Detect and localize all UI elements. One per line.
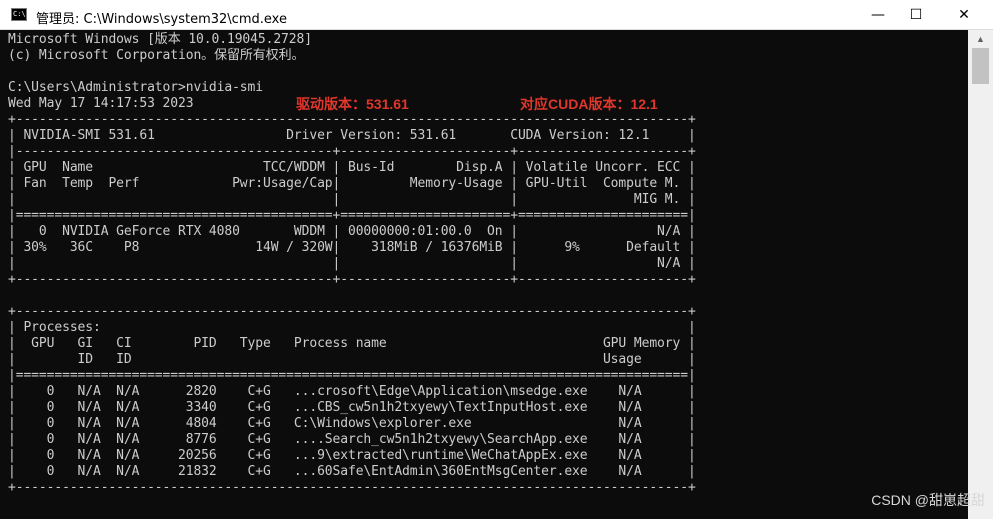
console-line: +---------------------------------------… [8,480,696,495]
maximize-icon: ☐ [909,7,923,23]
console-line: | 0 NVIDIA GeForce RTX 4080 WDDM | 00000… [8,224,696,239]
minimize-icon: — [871,7,885,23]
console-line: C:\Users\Administrator>nvidia-smi [8,80,263,95]
console-line: | | | N/A | [8,256,696,271]
watermark: CSDN @甜崽超甜 [871,492,985,508]
close-button[interactable]: ✕ [941,0,987,30]
console-line: +---------------------------------------… [8,304,696,319]
console-line: |---------------------------------------… [8,144,696,159]
console-line: |=======================================… [8,368,696,383]
console-line: | 0 N/A N/A 3340 C+G ...CBS_cw5n1h2txyew… [8,400,696,415]
console-line: | 0 N/A N/A 4804 C+G C:\Windows\explorer… [8,416,696,431]
window-title: 管理员: C:\Windows\system32\cmd.exe [36,12,287,27]
console-line: | 0 N/A N/A 2820 C+G ...crosoft\Edge\App… [8,384,696,399]
console-line: +---------------------------------------… [8,272,696,287]
console-line: Microsoft Windows [版本 10.0.19045.2728] [8,32,312,47]
console-line: | NVIDIA-SMI 531.61 Driver Version: 531.… [8,128,696,143]
console-line: | GPU GI CI PID Type Process name GPU Me… [8,336,696,351]
maximize-button[interactable]: ☐ [893,0,939,30]
console-line: | 0 N/A N/A 20256 C+G ...9\extracted\run… [8,448,696,463]
console-line: Wed May 17 14:17:53 2023 [8,96,194,111]
vertical-scrollbar[interactable]: ▲ [968,30,993,519]
scroll-thumb[interactable] [972,48,989,84]
driver-version-annotation: 驱动版本：531.61 [296,96,409,112]
close-icon: ✕ [958,7,970,23]
console-line: | 0 N/A N/A 8776 C+G ....Search_cw5n1h2t… [8,432,696,447]
console-line: | | | MIG M. | [8,192,696,207]
console-line: +---------------------------------------… [8,112,696,127]
console-line: | Fan Temp Perf Pwr:Usage/Cap| Memory-Us… [8,176,696,191]
cuda-version-annotation: 对应CUDA版本：12.1 [520,96,658,112]
console-line: | 0 N/A N/A 21832 C+G ...60Safe\EntAdmin… [8,464,696,479]
console-line: | Processes: | [8,320,696,335]
console-line: (c) Microsoft Corporation。保留所有权利。 [8,48,305,63]
title-bar[interactable]: C:\ 管理员: C:\Windows\system32\cmd.exe — ☐… [0,0,993,30]
console-line: |=======================================… [8,208,696,223]
console-line: | GPU Name TCC/WDDM | Bus-Id Disp.A | Vo… [8,160,696,175]
console-output[interactable]: Microsoft Windows [版本 10.0.19045.2728] (c… [0,30,968,519]
console-line: | ID ID Usage | [8,352,696,367]
console-line: | 30% 36C P8 14W / 320W| 318MiB / 16376M… [8,240,696,255]
scroll-up-icon[interactable]: ▲ [968,30,993,47]
cmd-icon: C:\ [11,8,27,21]
